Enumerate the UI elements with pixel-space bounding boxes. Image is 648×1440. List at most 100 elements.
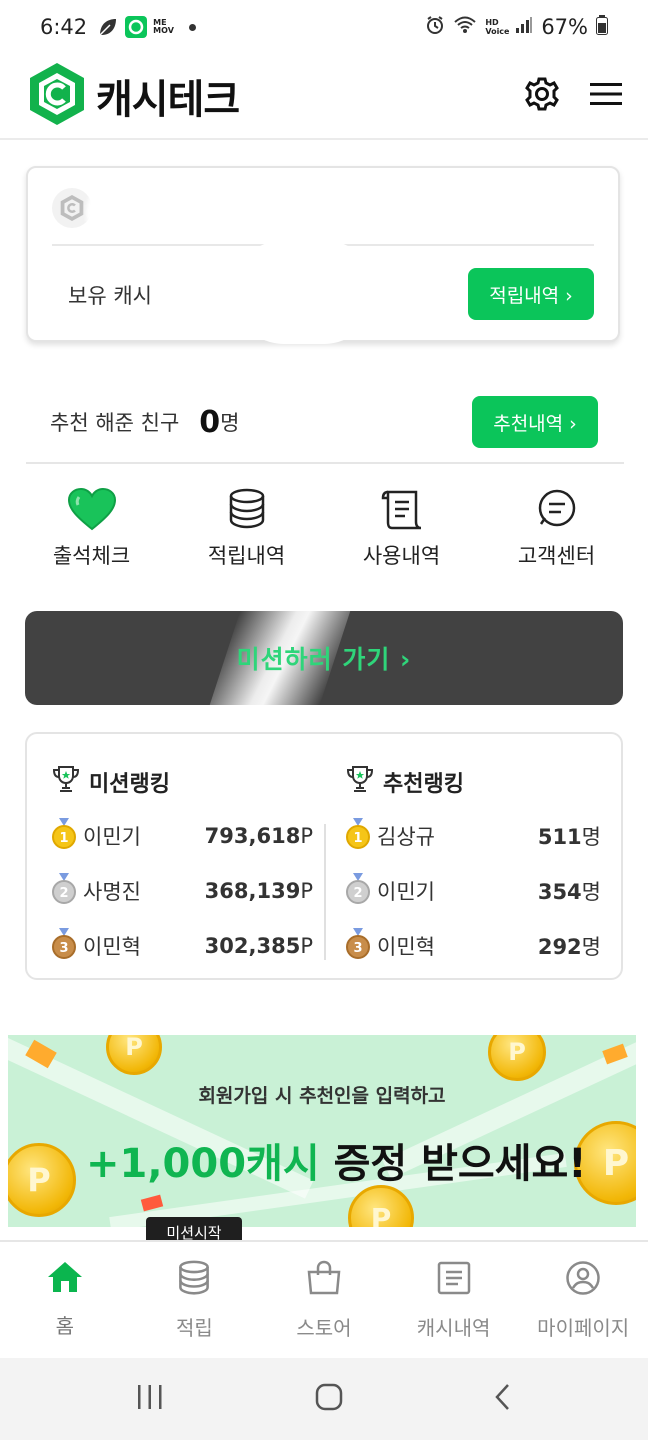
promo-highlight: +1,000캐시 (86, 1141, 320, 1187)
battery-level: 67% (541, 15, 588, 39)
cash-card: 보유 캐시 적립내역 › (26, 166, 620, 344)
chat-icon (535, 486, 579, 532)
rank-score: 793,618P (204, 824, 313, 848)
rank-name: 김상규 (377, 825, 435, 849)
mission-rank-row: 1 이민기 793,618P (51, 816, 313, 856)
coin-icon: P (488, 1035, 546, 1081)
nav-home-label: 홈 (55, 1314, 74, 1338)
nav-cash-history-label: 캐시내역 (416, 1316, 491, 1340)
nav-mypage[interactable]: 마이페이지 (518, 1242, 648, 1358)
home-button-icon[interactable] (314, 1382, 344, 1416)
promo-headline-rest: 증정 받으세요! (319, 1141, 587, 1187)
memo-icon: ME MOV (153, 18, 174, 35)
nav-mypage-label: 마이페이지 (537, 1316, 630, 1340)
wifi-icon (453, 15, 477, 40)
header-actions (524, 76, 622, 116)
heart-icon (67, 486, 117, 532)
quick-menu: 출석체크 적립내역 사용내역 고객센터 (14, 486, 634, 576)
cashtech-app-icon (125, 16, 148, 38)
referral-count: 0 (199, 404, 221, 440)
referral-ranking-title: 추천랭킹 (345, 764, 464, 800)
rank-score: 354명 (537, 880, 601, 904)
referral-row: 추천 해준 친구 0 명 추천내역 › (26, 382, 624, 464)
quick-attendance-label: 출석체크 (52, 544, 131, 568)
status-time: 6:42 (40, 15, 88, 39)
coins-icon (177, 1260, 211, 1300)
redacted-username (86, 178, 226, 248)
referral-rank-row: 1 김상규 511명 (345, 816, 601, 856)
alarm-icon (425, 15, 445, 40)
trophy-icon (51, 764, 81, 800)
notification-dot (189, 23, 197, 31)
mission-ranking: 미션랭킹 1 이민기 793,618P 2 사명진 368,139P 3 이민혁… (51, 734, 313, 978)
cash-balance-label: 보유 캐시 (68, 284, 152, 308)
svg-text:3: 3 (353, 941, 362, 956)
go-mission-button[interactable]: 미션하러 가기 › (25, 611, 623, 705)
bag-icon (306, 1260, 342, 1300)
referral-ranking: 추천랭킹 1 김상규 511명 2 이민기 354명 3 이민혁 292명 (345, 734, 601, 978)
signup-promo-banner[interactable]: P P P P P 회원가입 시 추천인을 입력하고 +1,000캐시 증정 받… (8, 1035, 636, 1227)
svg-text:3: 3 (59, 941, 68, 956)
svg-text:1: 1 (59, 831, 68, 846)
mission-ranking-label: 미션랭킹 (89, 772, 170, 797)
settings-gear-icon[interactable] (524, 76, 560, 116)
home-icon (46, 1260, 84, 1298)
user-icon (565, 1260, 601, 1300)
quick-attendance[interactable]: 출석체크 (14, 486, 169, 576)
svg-text:2: 2 (59, 886, 68, 901)
rank-score: 292명 (537, 935, 601, 959)
system-nav-bar (0, 1358, 648, 1440)
svg-text:1: 1 (353, 831, 362, 846)
rank-score: 302,385P (204, 934, 313, 958)
referral-rank-row: 3 이민혁 292명 (345, 926, 601, 966)
app-logo[interactable]: 캐시테크 (26, 61, 240, 131)
referral-label: 추천 해준 친구 (50, 411, 180, 435)
rank-name: 이민기 (377, 880, 435, 904)
hamburger-menu-icon[interactable] (590, 82, 622, 110)
coin-icon: P (8, 1143, 76, 1217)
list-icon (436, 1260, 472, 1300)
rank-name: 이민기 (83, 825, 141, 849)
promo-headline: +1,000캐시 증정 받으세요! (86, 1131, 587, 1189)
quick-earn-history[interactable]: 적립내역 (169, 486, 324, 576)
silver-medal-icon: 2 (51, 873, 77, 909)
go-mission-label: 미션하러 가기 › (236, 645, 412, 674)
ranking-panel: 미션랭킹 1 이민기 793,618P 2 사명진 368,139P 3 이민혁… (25, 732, 623, 980)
signal-icon (515, 15, 533, 39)
mission-ranking-title: 미션랭킹 (51, 764, 170, 800)
rank-name: 사명진 (83, 880, 141, 904)
bottom-nav: 홈 적립 스토어 캐시내역 마이페이지 (0, 1240, 648, 1358)
rank-score: 511명 (537, 825, 601, 849)
coins-icon (227, 486, 267, 532)
hd-voice-icon: HD Voice (485, 18, 510, 36)
referral-unit: 명 (220, 411, 240, 435)
ranking-divider (324, 824, 326, 960)
quick-earn-history-label: 적립내역 (207, 544, 286, 568)
promo-subtitle: 회원가입 시 추천인을 입력하고 (198, 1085, 446, 1107)
earn-history-button[interactable]: 적립내역 › (468, 268, 594, 320)
status-right: HD Voice 67% (425, 14, 608, 40)
redacted-balance (234, 240, 374, 344)
quick-customer-center[interactable]: 고객센터 (479, 486, 634, 576)
rank-score: 368,139P (204, 879, 313, 903)
recent-apps-icon[interactable] (135, 1384, 165, 1414)
nav-cash-history[interactable]: 캐시내역 (389, 1242, 519, 1358)
coin-icon: P (106, 1035, 162, 1075)
back-icon[interactable] (493, 1382, 513, 1416)
nav-store[interactable]: 스토어 (259, 1242, 389, 1358)
svg-text:2: 2 (353, 886, 362, 901)
status-bar: 6:42 ME MOV HD Voice 67% (0, 0, 648, 54)
quick-customer-center-label: 고객센터 (517, 544, 596, 568)
nav-earn[interactable]: 적립 (130, 1242, 260, 1358)
mission-rank-row: 3 이민혁 302,385P (51, 926, 313, 966)
mission-rank-row: 2 사명진 368,139P (51, 871, 313, 911)
leaf-icon (97, 16, 119, 38)
silver-medal-icon: 2 (345, 873, 371, 909)
referral-history-button[interactable]: 추천내역 › (472, 396, 598, 448)
battery-icon (596, 14, 608, 40)
bronze-medal-icon: 3 (345, 928, 371, 964)
nav-home[interactable]: 홈 (0, 1242, 130, 1358)
rank-name: 이민혁 (377, 935, 435, 959)
quick-usage-history[interactable]: 사용내역 (324, 486, 479, 576)
nav-store-label: 스토어 (296, 1316, 352, 1340)
